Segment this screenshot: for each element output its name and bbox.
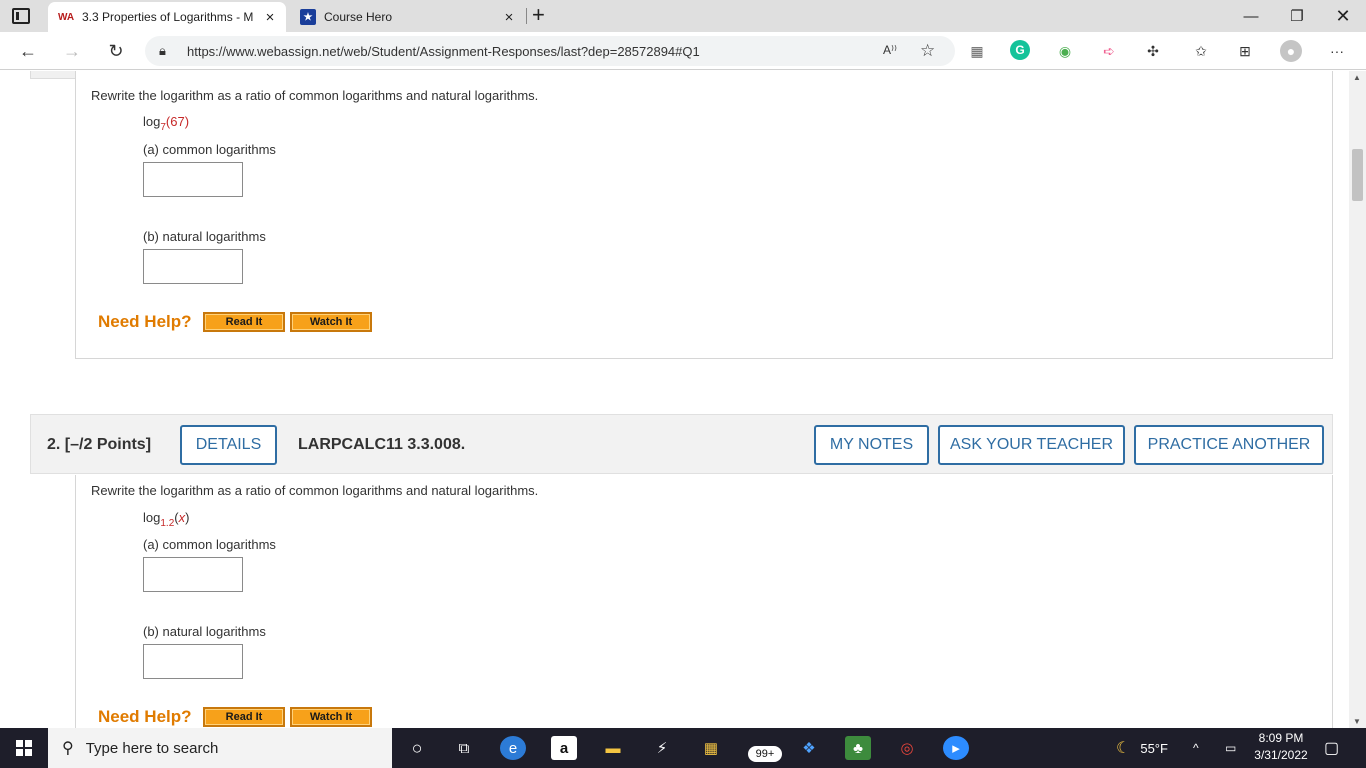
question-code: LARPCALC11 3.3.008.: [298, 436, 466, 453]
zoom-icon[interactable]: ▸: [943, 736, 969, 760]
app-bolt-icon[interactable]: ⚡︎: [649, 736, 675, 760]
back-icon[interactable]: ←: [14, 38, 42, 64]
taskbar: ⚲ Type here to search ○ ⧉ e a ▬ ⚡︎ ▦ 99+…: [0, 728, 1366, 768]
lock-icon: 🔒︎: [159, 43, 166, 58]
question1-body: Rewrite the logarithm as a ratio of comm…: [75, 71, 1333, 359]
answer-input-natural[interactable]: [143, 644, 243, 679]
close-window-icon[interactable]: ✕: [1320, 0, 1366, 32]
extensions-icon[interactable]: ✣: [1142, 40, 1164, 62]
restore-icon[interactable]: ❐: [1274, 0, 1320, 32]
need-help-label: Need Help?: [98, 707, 192, 726]
question2-header: 2. [–/2 Points] DETAILS LARPCALC11 3.3.0…: [30, 414, 1333, 474]
question1-expression: log7(67): [143, 114, 189, 133]
scroll-up-icon[interactable]: ▲: [1353, 73, 1361, 82]
more-menu-icon[interactable]: ···: [1326, 40, 1348, 62]
question2-number: 2. [–/2 Points]: [47, 436, 151, 454]
dropbox-icon[interactable]: ❖: [796, 736, 822, 760]
search-icon: ⚲: [62, 740, 74, 757]
read-aloud-icon[interactable]: A⁾⁾: [883, 43, 897, 57]
details-button[interactable]: DETAILS: [180, 425, 277, 465]
scrollbar-thumb[interactable]: [1352, 149, 1363, 201]
part-a-label: (a) common logarithms: [143, 142, 276, 157]
log-text: log: [143, 510, 161, 525]
start-button[interactable]: [0, 728, 48, 768]
collections-icon[interactable]: ⊞: [1234, 40, 1256, 62]
new-tab-button[interactable]: +: [532, 4, 545, 26]
watch-it-button[interactable]: Watch It: [290, 707, 372, 727]
clock-date: 3/31/2022: [1254, 748, 1308, 762]
tab-label: Course Hero: [324, 10, 393, 24]
question2-body: Rewrite the logarithm as a ratio of comm…: [75, 475, 1333, 728]
add-favorite-icon[interactable]: ☆: [920, 41, 935, 61]
watch-it-button[interactable]: Watch It: [290, 312, 372, 332]
read-it-button[interactable]: Read It: [203, 707, 285, 727]
question-number: 2.: [47, 436, 61, 453]
taskbar-search[interactable]: ⚲ Type here to search: [48, 728, 392, 768]
moon-icon: ☾: [1116, 740, 1131, 757]
browser-toolbar: ← → ↻ 🔒︎ https://www.webassign.net/web/S…: [0, 32, 1366, 70]
log-base: 1.2: [160, 518, 175, 529]
close-tab-icon[interactable]: ×: [258, 9, 282, 26]
chrome-icon[interactable]: ◎: [894, 736, 920, 760]
store-icon[interactable]: ▦: [698, 736, 724, 760]
scroll-down-icon[interactable]: ▼: [1353, 717, 1361, 726]
refresh-icon[interactable]: ↻: [102, 38, 130, 64]
url-text[interactable]: https://www.webassign.net/web/Student/As…: [187, 44, 700, 59]
ask-teacher-button[interactable]: ASK YOUR TEACHER: [938, 425, 1125, 465]
notifications-icon[interactable]: ▢: [1324, 728, 1339, 768]
tab-label: 3.3 Properties of Logarithms - M: [82, 10, 254, 24]
clock-time: 8:09 PM: [1258, 731, 1304, 745]
answer-input-natural[interactable]: [143, 249, 243, 284]
tab-strip: WA 3.3 Properties of Logarithms - M × ★ …: [0, 0, 1366, 32]
address-bar[interactable]: 🔒︎ https://www.webassign.net/web/Student…: [145, 36, 955, 66]
tab-separator: [526, 8, 527, 24]
game-icon[interactable]: ♣: [845, 736, 871, 760]
edge-icon[interactable]: e: [500, 736, 526, 760]
favorites-icon[interactable]: ✩: [1190, 40, 1212, 62]
cortana-icon[interactable]: ○: [404, 736, 430, 760]
close-tab-icon[interactable]: ×: [497, 9, 521, 26]
grammarly-icon[interactable]: G: [1010, 40, 1030, 60]
answer-input-common[interactable]: [143, 162, 243, 197]
extension-arrow-icon[interactable]: ➪: [1098, 40, 1120, 62]
read-it-button[interactable]: Read It: [203, 312, 285, 332]
tab-course-hero[interactable]: ★ Course Hero ×: [290, 2, 525, 32]
question1-instruction: Rewrite the logarithm as a ratio of comm…: [91, 88, 539, 103]
coursehero-favicon-icon: ★: [300, 9, 316, 25]
tab-actions-icon[interactable]: [12, 8, 30, 24]
log-text: log: [143, 114, 161, 129]
need-help-label: Need Help?: [98, 312, 192, 331]
file-explorer-icon[interactable]: ▬: [600, 736, 626, 760]
minimize-icon[interactable]: —: [1228, 0, 1274, 32]
vertical-scrollbar[interactable]: ▲ ▼: [1349, 71, 1366, 728]
question2-expression: log1.2(x): [143, 510, 189, 529]
practice-another-button[interactable]: PRACTICE ANOTHER: [1134, 425, 1324, 465]
paren-close: ): [185, 510, 190, 525]
amazon-icon[interactable]: a: [551, 736, 577, 760]
tray-chevron-icon[interactable]: ^: [1193, 728, 1199, 768]
part-a-label: (a) common logarithms: [143, 537, 276, 552]
extension-owl-icon[interactable]: ◉: [1054, 40, 1076, 62]
page-content: Rewrite the logarithm as a ratio of comm…: [0, 71, 1349, 728]
log-argument: (67): [165, 114, 190, 129]
mail-badge[interactable]: 99+: [748, 746, 782, 762]
question2-instruction: Rewrite the logarithm as a ratio of comm…: [91, 483, 539, 498]
my-notes-button[interactable]: MY NOTES: [814, 425, 929, 465]
part-b-label: (b) natural logarithms: [143, 229, 266, 244]
forward-icon[interactable]: →: [58, 38, 86, 64]
battery-icon[interactable]: ▭: [1225, 728, 1236, 768]
tab-webassign[interactable]: WA 3.3 Properties of Logarithms - M ×: [48, 2, 286, 32]
search-placeholder[interactable]: Type here to search: [86, 740, 219, 757]
question-points: [–/2 Points]: [64, 436, 152, 453]
part-b-label: (b) natural logarithms: [143, 624, 266, 639]
profile-avatar[interactable]: ●: [1280, 40, 1302, 62]
collections-ext-icon[interactable]: ▦: [966, 40, 988, 62]
clock[interactable]: 8:09 PM 3/31/2022: [1242, 730, 1320, 764]
windows-logo-icon: [16, 740, 32, 756]
weather-temp: 55°F: [1140, 740, 1168, 756]
weather[interactable]: ☾ 55°F: [1116, 728, 1168, 768]
webassign-favicon-icon: WA: [57, 11, 75, 23]
task-view-icon[interactable]: ⧉: [451, 736, 477, 760]
answer-input-common[interactable]: [143, 557, 243, 592]
